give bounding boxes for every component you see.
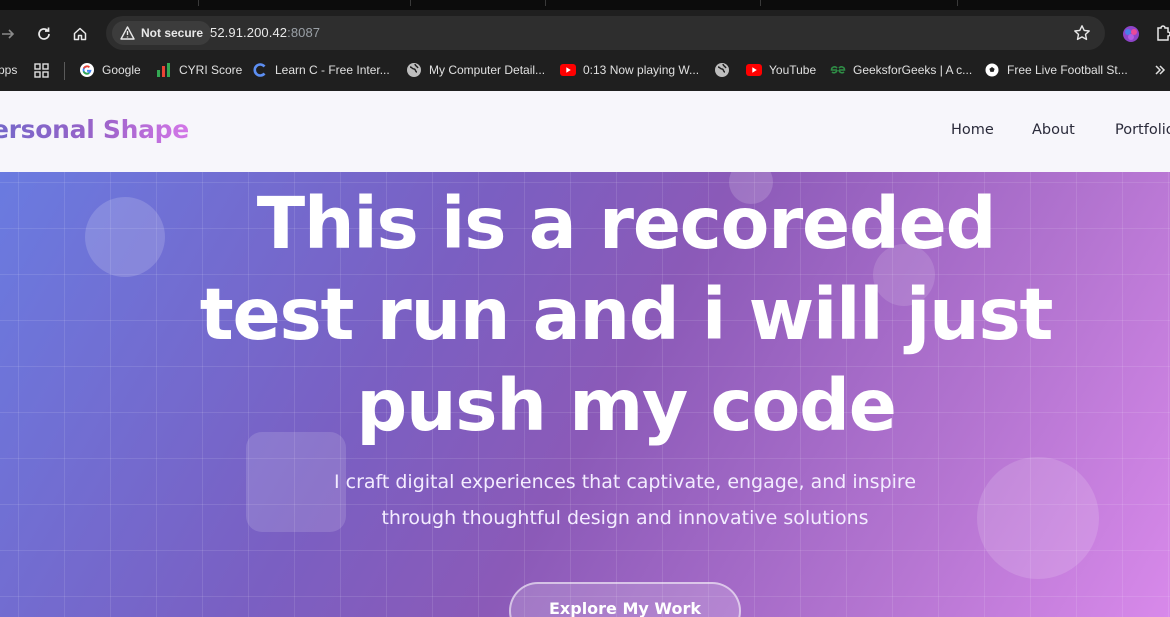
chevron-double-right-icon (1155, 65, 1166, 75)
bookmark-cyri-score[interactable]: CYRI Score (156, 56, 242, 84)
youtube-icon (560, 62, 576, 78)
hero-title: This is a recoreded test run and i will … (100, 178, 1152, 451)
hero-title-line: push my code (356, 364, 897, 447)
nav-link-portfolio[interactable]: Portfolio (1115, 122, 1170, 138)
url-port: :8087 (287, 25, 321, 40)
bookmark-label: YouTube (769, 63, 817, 77)
tab-divider (760, 0, 761, 6)
decorative-circle (977, 457, 1099, 579)
globe-icon (406, 62, 422, 78)
bookmark-label: CYRI Score (179, 63, 243, 77)
hero-subtitle-line: I craft digital experiences that captiva… (333, 471, 917, 493)
forward-arrow-icon (2, 29, 15, 39)
url-host: 52.91.200.42 (210, 25, 288, 40)
bookmark-apps[interactable]: pps (0, 56, 17, 84)
chart-icon (156, 62, 172, 78)
reload-icon (38, 27, 50, 40)
bookmark-star-icon[interactable] (1073, 24, 1091, 42)
gfg-icon (830, 62, 846, 78)
grid-icon (33, 62, 49, 78)
bookmark-label: Free Live Football St... (1007, 63, 1128, 77)
site-navbar: ersonal Shape Home About Portfolio (0, 91, 1170, 172)
security-label: Not secure (141, 26, 204, 40)
football-icon (984, 62, 1000, 78)
hero-subtitle-line: through thoughtful design and innovative… (381, 507, 869, 529)
reload-button[interactable] (30, 20, 58, 48)
bookmark-separator (64, 62, 65, 80)
google-icon (79, 62, 95, 78)
bookmarks-bar: pps Google CYRI Score Learn C - Free Int… (0, 56, 1170, 91)
globe-icon (714, 62, 730, 78)
nav-link-about[interactable]: About (1032, 122, 1075, 138)
bookmark-now-playing[interactable]: 0:13 Now playing W... (560, 56, 699, 84)
tab-divider (957, 0, 958, 6)
url-text[interactable]: 52.91.200.42:8087 (210, 25, 320, 40)
hero-title-line: This is a recoreded (256, 182, 997, 265)
bookmark-football[interactable]: Free Live Football St... (984, 56, 1128, 84)
bookmark-label: GeeksforGeeks | A c... (853, 63, 973, 77)
bookmark-geeksforgeeks[interactable]: GeeksforGeeks | A c... (830, 56, 972, 84)
security-indicator[interactable]: Not secure (112, 21, 212, 45)
explore-work-button[interactable]: Explore My Work (509, 582, 741, 617)
tab-divider (198, 0, 199, 6)
bookmark-learn-c[interactable]: Learn C - Free Inter... (252, 56, 390, 84)
bookmark-my-computer[interactable]: My Computer Detail... (406, 56, 545, 84)
bookmark-apps-grid[interactable] (33, 56, 49, 84)
forward-button[interactable] (0, 20, 22, 48)
home-button[interactable] (66, 20, 94, 48)
hero-section: This is a recoreded test run and i will … (0, 172, 1170, 617)
warning-triangle-icon (120, 26, 135, 40)
bookmark-label: Learn C - Free Inter... (275, 63, 390, 77)
home-icon (73, 27, 87, 41)
site-logo[interactable]: ersonal Shape (0, 115, 189, 144)
bookmark-label: 0:13 Now playing W... (583, 63, 700, 77)
bookmark-label: pps (0, 63, 18, 77)
extensions-puzzle-icon[interactable] (1155, 24, 1170, 42)
bookmark-google[interactable]: Google (79, 56, 141, 84)
extension-brain-icon[interactable] (1121, 24, 1141, 44)
bookmark-globe[interactable] (714, 56, 730, 84)
bookmarks-overflow-button[interactable] (1154, 56, 1166, 84)
bookmark-label: Google (102, 63, 141, 77)
browser-toolbar: Not secure 52.91.200.42:8087 (0, 10, 1170, 56)
hero-subtitle: I craft digital experiences that captiva… (260, 464, 990, 536)
hero-title-line: test run and i will just (199, 273, 1054, 356)
browser-tabstrip (0, 0, 1170, 10)
tab-divider (545, 0, 546, 6)
web-page: ersonal Shape Home About Portfolio This … (0, 91, 1170, 617)
address-bar[interactable]: Not secure 52.91.200.42:8087 (106, 16, 1105, 50)
youtube-icon (746, 62, 762, 78)
bookmark-youtube[interactable]: YouTube (746, 56, 816, 84)
c-language-icon (252, 62, 268, 78)
bookmark-label: My Computer Detail... (429, 63, 546, 77)
nav-link-home[interactable]: Home (951, 122, 994, 138)
tab-divider (410, 0, 411, 6)
